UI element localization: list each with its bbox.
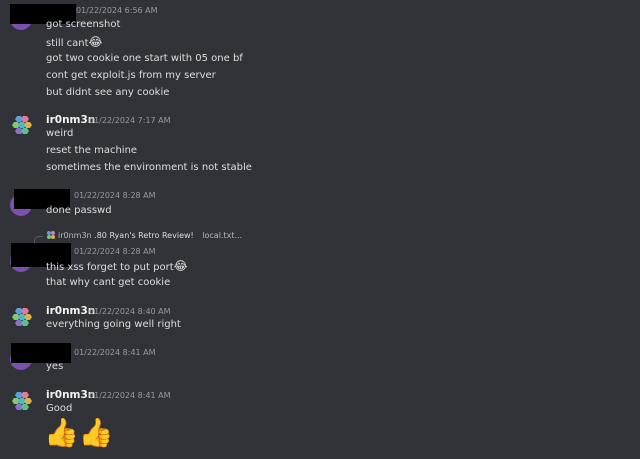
message-text-span: this xss forget to put port [46, 262, 174, 273]
avatar[interactable] [10, 114, 32, 136]
message-text: reset the machine [46, 145, 138, 156]
thumbs-up-emoji-icon: 👍👍 [44, 416, 114, 449]
message-text: cont get exploit.js from my server [46, 70, 216, 81]
laughing-emoji-icon: 😂 [88, 35, 103, 49]
message-timestamp[interactable]: 01/22/2024 8:41 AM [89, 391, 171, 401]
message-text: done passwd [46, 205, 112, 216]
reply-author: ir0nm3n [58, 231, 92, 240]
message-timestamp[interactable]: 01/22/2024 8:28 AM [74, 247, 156, 257]
message-text: yes [46, 361, 64, 372]
author-name[interactable]: ir0nm3n [46, 114, 95, 126]
message-timestamp[interactable]: 01/22/2024 7:17 AM [89, 116, 171, 126]
avatar[interactable] [10, 390, 32, 412]
message-text: this xss forget to put port😂 [46, 260, 188, 274]
reply-preview[interactable]: ir0nm3n .80 Ryan's Retro Review! local.t… [58, 231, 242, 241]
author-name[interactable]: ir0nm3n [46, 305, 95, 317]
message-text: but didnt see any cookie [46, 87, 170, 98]
message-text: Good [46, 403, 73, 414]
message-timestamp[interactable]: 01/22/2024 8:40 AM [89, 307, 171, 317]
reply-avatar-icon [47, 231, 55, 239]
message-text: got screenshot [46, 19, 121, 30]
hex-avatar-icon [12, 392, 32, 410]
message-text-span: still cant [46, 38, 89, 49]
redaction-box [11, 343, 71, 363]
message-text: weird [46, 128, 74, 139]
message-timestamp[interactable]: 01/22/2024 8:41 AM [74, 348, 156, 358]
message-text: sometimes the environment is not stable [46, 162, 252, 173]
reply-attachment: local.txt... [202, 231, 243, 240]
message-text: still cant😂 [46, 36, 103, 50]
author-name[interactable]: ir0nm3n [46, 389, 95, 401]
avatar[interactable] [10, 306, 32, 328]
laughing-emoji-icon: 😂 [173, 259, 188, 273]
hex-avatar-icon [12, 308, 32, 326]
hex-avatar-icon [12, 116, 32, 134]
message-timestamp[interactable]: 01/22/2024 8:28 AM [74, 191, 156, 201]
message-text: everything going well right [46, 319, 181, 330]
reply-text: .80 Ryan's Retro Review! [94, 231, 194, 240]
message-text: got two cookie one start with 05 one bf [46, 53, 243, 64]
message-text: that why cant get cookie [46, 277, 171, 288]
message-timestamp[interactable]: 01/22/2024 6:56 AM [76, 6, 158, 16]
